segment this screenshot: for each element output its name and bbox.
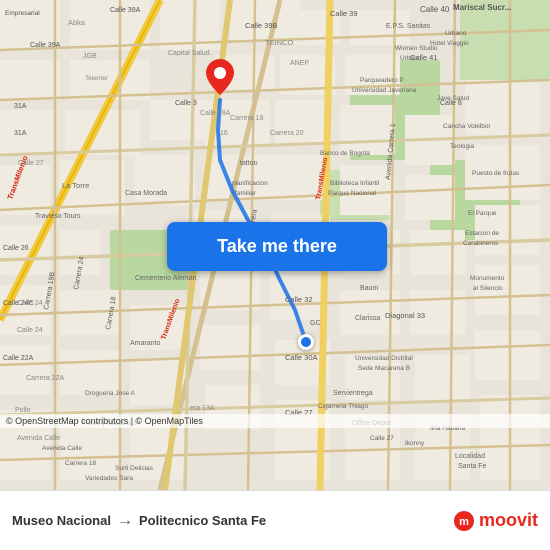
svg-text:familiar: familiar [235,190,257,197]
svg-text:Calle 39B: Calle 39B [245,21,278,30]
svg-text:Cigarreria Thiago: Cigarreria Thiago [318,403,368,410]
svg-text:Banco de Bogota: Banco de Bogota [320,150,370,157]
svg-text:ANEP: ANEP [290,60,309,67]
svg-text:Calle 24: Calle 24 [17,327,43,334]
svg-text:Universidad Javeriana: Universidad Javeriana [352,87,417,94]
svg-text:E.P.S. Sanitas: E.P.S. Sanitas [386,23,431,30]
svg-text:JGB: JGB [83,53,97,60]
svg-text:Carrera 20: Carrera 20 [270,130,304,137]
app-container: Calle 40 Calle 39A Calle 39A Calle 39B C… [0,0,550,550]
svg-text:Cancha Volelbol: Cancha Volelbol [443,123,491,130]
svg-text:Capital Salud: Capital Salud [168,50,210,57]
svg-text:planificacion: planificacion [232,180,268,187]
svg-text:Calle 26: Calle 26 [3,245,29,252]
svg-text:Urbano: Urbano [400,55,422,62]
svg-text:Casa Morada: Casa Morada [125,190,167,197]
svg-text:Carabineros: Carabineros [463,240,499,247]
moovit-icon: m [453,510,475,532]
svg-text:Carrera 18: Carrera 18 [230,115,264,122]
svg-text:Hotel Viaggio: Hotel Viaggio [430,40,469,47]
map-area[interactable]: Calle 40 Calle 39A Calle 39A Calle 39B C… [0,0,550,490]
svg-text:Parque Nacional: Parque Nacional [328,190,377,197]
svg-text:Calle 32: Calle 32 [285,295,313,304]
svg-text:Cementerio Aleman: Cementerio Aleman [135,275,197,282]
svg-text:tattoo: tattoo [240,160,258,167]
svg-text:Baum: Baum [360,285,378,292]
svg-text:Calle 27: Calle 27 [370,435,394,442]
svg-text:Amaranto: Amaranto [130,340,160,347]
svg-text:Pollo: Pollo [15,407,31,414]
svg-text:Calle 39A: Calle 39A [200,110,231,117]
svg-text:Calle 3: Calle 3 [175,100,197,107]
svg-text:Sede Macarena B: Sede Macarena B [358,365,410,372]
svg-text:TEINCO: TEINCO [265,38,294,47]
svg-text:Puesto de frutas: Puesto de frutas [472,170,520,177]
svg-text:Mariscal Sucr...: Mariscal Sucr... [453,3,511,12]
svg-text:Calle 39A: Calle 39A [30,42,61,49]
svg-text:Avenida Calle: Avenida Calle [17,435,60,442]
svg-text:al Silencio: al Silencio [473,285,503,292]
take-me-there-label: Take me there [217,236,337,257]
svg-text:31A: 31A [14,130,27,137]
svg-text:Calle 40: Calle 40 [420,5,450,14]
svg-text:Universidad Distrital: Universidad Distrital [355,355,413,362]
map-attribution: © OpenStreetMap contributors | © OpenMap… [0,414,550,428]
svg-text:Teologia: Teologia [450,143,475,150]
moovit-text: moovit [479,510,538,531]
svg-text:Carrera 18: Carrera 18 [65,460,96,467]
svg-text:Surti Delicias: Surti Delicias [115,465,154,472]
svg-text:Calle 39A: Calle 39A [110,7,141,14]
origin-marker [298,334,314,350]
bottom-bar: Museo Nacional → Politecnico Santa Fe m … [0,490,550,550]
svg-text:El Parque: El Parque [468,210,497,217]
svg-text:Santa Fe: Santa Fe [458,463,487,470]
svg-text:Clarissa: Clarissa [355,315,380,322]
svg-text:Calle 27: Calle 27 [18,160,44,167]
svg-text:Urbano: Urbano [445,30,467,37]
svg-text:Parqueadero P.: Parqueadero P. [360,77,405,84]
svg-text:Jave Salud: Jave Salud [437,95,470,102]
svg-text:Calle 24: Calle 24 [17,300,43,307]
origin-label: Museo Nacional [12,513,111,528]
svg-text:Avenida Calle: Avenida Calle [42,445,82,452]
route-info: Museo Nacional → Politecnico Santa Fe [12,512,266,530]
svg-text:Ikonny: Ikonny [405,440,425,447]
destination-marker [206,59,234,100]
destination-label: Politecnico Santa Fe [139,513,266,528]
svg-text:Servientrega: Servientrega [333,390,373,397]
svg-text:Empresarial: Empresarial [5,10,40,17]
svg-text:Abka: Abka [68,18,86,27]
svg-text:16: 16 [220,130,228,137]
svg-text:Estacion de: Estacion de [465,230,499,237]
svg-text:Biblioteca Infantil: Biblioteca Infantil [330,180,380,187]
svg-text:era 13A: era 13A [190,405,215,412]
svg-text:Variedades Sara: Variedades Sara [85,475,133,482]
svg-text:Calle 22A: Calle 22A [3,355,34,362]
svg-text:Localidad: Localidad [455,453,485,460]
arrow-icon: → [117,512,133,530]
svg-text:Calle 39: Calle 39 [330,9,358,18]
svg-text:GC: GC [310,320,321,327]
svg-text:31A: 31A [14,103,27,110]
svg-text:Diagonal 33: Diagonal 33 [385,311,425,320]
take-me-there-button[interactable]: Take me there [167,222,387,271]
svg-text:Telenter: Telenter [85,75,109,82]
svg-text:Carrera 22A: Carrera 22A [26,375,64,382]
svg-text:Calle 30A: Calle 30A [285,353,318,362]
svg-text:Drogueria Jose A: Drogueria Jose A [85,390,136,397]
svg-text:Monumento: Monumento [470,275,505,282]
moovit-logo: m moovit [453,510,538,532]
svg-text:La Torre: La Torre [62,181,89,190]
svg-text:m: m [459,516,469,528]
svg-text:Travieso Tours: Travieso Tours [35,213,81,220]
